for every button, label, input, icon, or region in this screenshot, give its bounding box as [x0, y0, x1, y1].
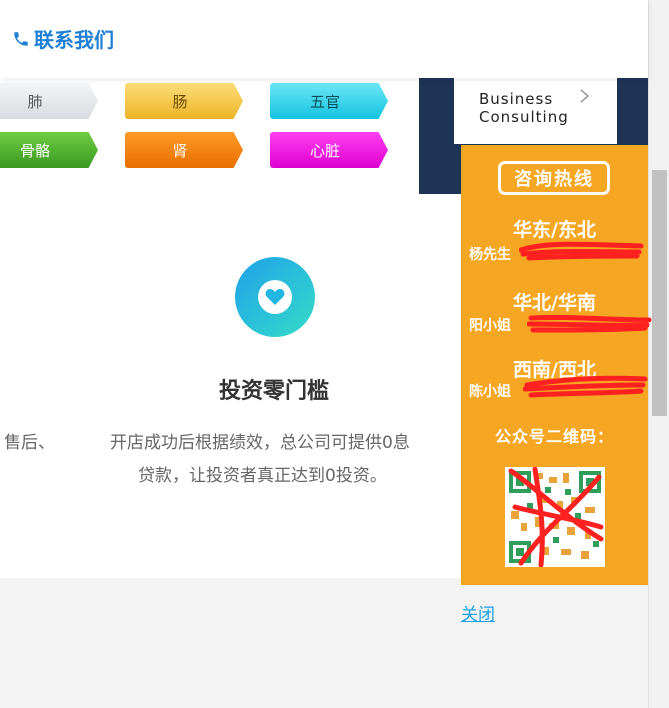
- redacted-phone-scribble: [523, 375, 648, 398]
- business-consulting-text: Business Consulting: [479, 90, 569, 126]
- qr-code-image: [505, 466, 605, 568]
- phone-icon: [14, 31, 28, 46]
- tag-intestine[interactable]: 肠: [125, 83, 243, 119]
- heart-icon: [265, 289, 285, 305]
- hotline-panel: 咨询热线 华东/东北 杨先生 华北/华南 阳小姐 西南/西北 陈小姐 公众号二维…: [461, 145, 652, 585]
- tag-lung[interactable]: 肺: [0, 83, 98, 119]
- hotline-title: 咨询热线: [498, 161, 610, 195]
- feature-desc-left: 售后、: [4, 433, 55, 453]
- redacted-phone-scribble: [519, 241, 644, 261]
- tag-bone[interactable]: 骨骼: [0, 132, 98, 168]
- card-line-2: Consulting: [479, 108, 569, 126]
- close-link[interactable]: 关闭: [461, 600, 495, 625]
- scrollbar-thumb[interactable]: [652, 170, 667, 416]
- feature-desc-line-2: 贷款，让投资者真正达到0投资。: [138, 466, 387, 486]
- tag-facial-features[interactable]: 五官: [270, 83, 388, 119]
- tag-kidney[interactable]: 肾: [125, 132, 243, 168]
- tag-label: 肾: [172, 141, 188, 160]
- tag-label: 骨骼: [19, 141, 50, 160]
- heart-icon-bg: [258, 280, 292, 314]
- contact-us-link[interactable]: 联系我们: [12, 24, 114, 53]
- contact-person-1: 杨先生: [469, 247, 511, 263]
- contact-us-label: 联系我们: [34, 28, 114, 52]
- tag-label: 肠: [172, 92, 188, 111]
- qr-code-icon: [505, 466, 605, 568]
- chevron-right-icon: [580, 89, 590, 103]
- card-line-1: Business: [479, 90, 554, 108]
- tag-label: 心脏: [309, 141, 340, 160]
- tag-label: 五官: [309, 92, 340, 111]
- feature-icon-circle: [235, 257, 315, 337]
- qr-code-label: 公众号二维码：: [494, 427, 614, 446]
- scrollbar-track[interactable]: [648, 0, 669, 708]
- business-consulting-card[interactable]: Business Consulting: [454, 78, 617, 144]
- feature-desc-line-1: 开店成功后根据绩效，总公司可提供0息: [110, 433, 410, 453]
- tag-label: 肺: [27, 92, 43, 111]
- contact-person-2: 阳小姐: [469, 318, 511, 334]
- contact-person-3: 陈小姐: [469, 384, 511, 400]
- tag-heart[interactable]: 心脏: [270, 132, 388, 168]
- top-bar: 联系我们: [0, 0, 648, 78]
- redacted-phone-scribble: [527, 314, 652, 333]
